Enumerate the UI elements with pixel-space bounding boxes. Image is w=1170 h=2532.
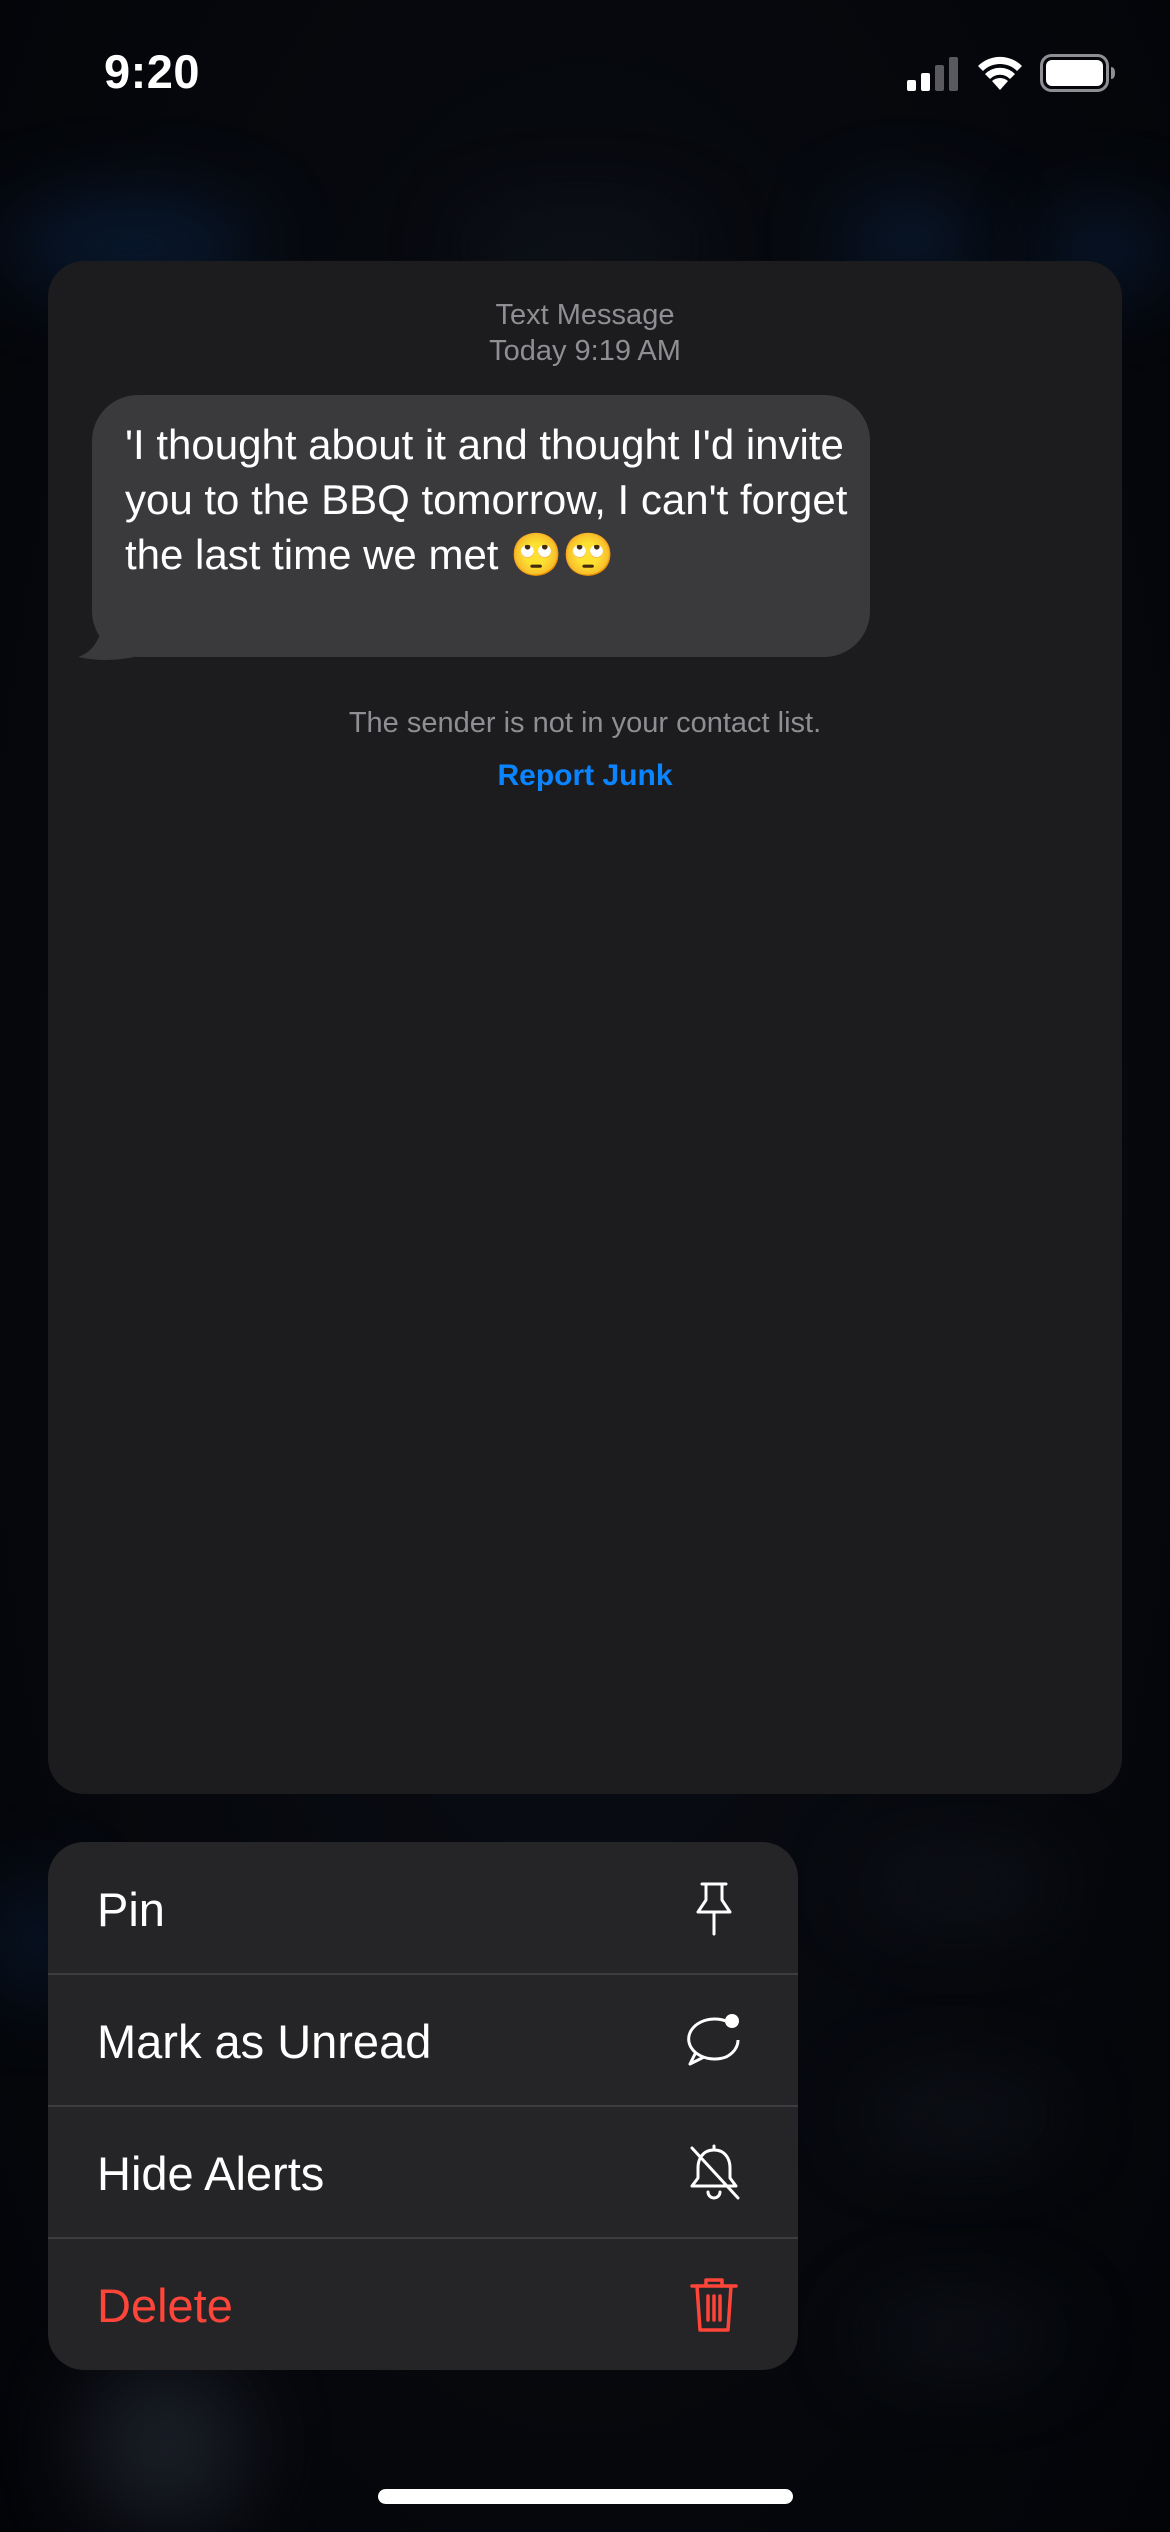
status-time: 9:20 [104,45,201,98]
menu-item-label: Mark as Unread [97,2015,432,2068]
pin-icon [696,1882,732,1936]
status-bar: 9:20 [0,0,1170,150]
trash-icon [690,2278,738,2332]
bell-slash-icon [690,2144,740,2200]
menu-item-pin[interactable]: Pin [48,1842,798,1974]
context-menu: Pin Mark as Unread Hide Alerts Delete [48,1842,798,2370]
menu-item-label: Delete [97,2279,233,2332]
screen: 9:20 Text Message Today 9:19 AM 'I thoug… [0,0,1170,2532]
report-junk-link[interactable]: Report Junk [48,759,1122,793]
menu-item-mark-unread[interactable]: Mark as Unread [48,1974,798,2106]
battery-icon [1040,54,1115,92]
message-text: 'I thought about it and thought I'd invi… [125,421,848,578]
home-indicator[interactable] [378,2489,793,2504]
signal-icon [907,57,958,91]
wifi-icon [978,56,1022,90]
background-blur [860,2300,1060,2370]
message-bubble[interactable]: 'I thought about it and thought I'd invi… [92,395,870,657]
unknown-sender-notice: The sender is not in your contact list. [348,707,822,739]
unread-bubble-icon [687,2014,740,2066]
background-blur [860,2080,1060,2150]
message-timestamp: Today 9:19 AM [489,335,681,367]
menu-item-label: Pin [97,1883,165,1936]
menu-item-delete[interactable]: Delete [48,2238,798,2370]
background-blur [860,1850,1060,1920]
message-preview-card: Text Message Today 9:19 AM 'I thought ab… [48,261,1122,1794]
message-type-label: Text Message [495,299,675,331]
message-header: Text Message Today 9:19 AM [48,297,1122,369]
menu-item-hide-alerts[interactable]: Hide Alerts [48,2106,798,2238]
menu-item-label: Hide Alerts [97,2147,325,2200]
background-blur [80,2360,250,2530]
